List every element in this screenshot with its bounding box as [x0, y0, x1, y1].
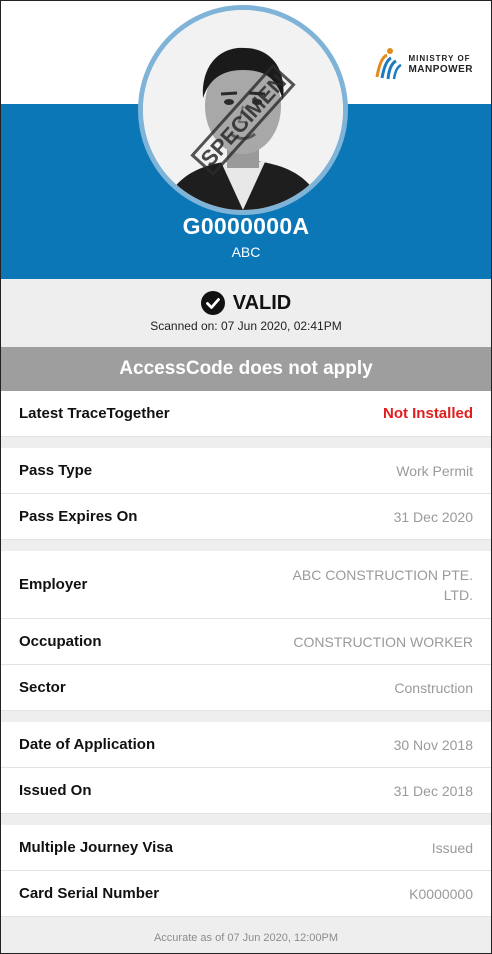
- profile-header: MINISTRY OF MANPOWER SPECIMEN G0000000A …: [1, 1, 491, 279]
- pass-expires-value: 31 Dec 2020: [393, 508, 473, 525]
- detail-row-pass-expires: Pass Expires On 31 Dec 2020: [1, 494, 491, 540]
- issued-on-label: Issued On: [19, 782, 92, 799]
- section-divider: [1, 437, 491, 448]
- detail-row-pass-type: Pass Type Work Permit: [1, 448, 491, 494]
- employer-value-line1: ABC CONSTRUCTION PTE.: [292, 566, 473, 583]
- holder-name: ABC: [231, 244, 261, 260]
- employer-label: Employer: [19, 576, 88, 593]
- logo-text-line1: MINISTRY OF: [408, 54, 471, 63]
- sector-label: Sector: [19, 679, 66, 696]
- profile-photo: SPECIMEN: [143, 10, 343, 210]
- detail-row-journey-visa: Multiple Journey Visa Issued: [1, 825, 491, 871]
- journey-visa-label: Multiple Journey Visa: [19, 839, 173, 856]
- detail-row-occupation: Occupation CONSTRUCTION WORKER: [1, 619, 491, 665]
- tracetogether-value: Not Installed: [382, 405, 473, 422]
- sector-value: Construction: [394, 679, 473, 696]
- detail-row-employer: Employer ABC CONSTRUCTION PTE. LTD.: [1, 551, 491, 619]
- card-serial-value: K0000000: [409, 885, 473, 902]
- detail-row-card-serial: Card Serial Number K0000000: [1, 871, 491, 917]
- fin-number: G0000000A: [182, 213, 310, 239]
- profile-photo-frame: SPECIMEN: [138, 5, 348, 215]
- mom-logo: MINISTRY OF MANPOWER: [372, 47, 473, 81]
- occupation-label: Occupation: [19, 633, 102, 650]
- application-date-value: 30 Nov 2018: [393, 736, 473, 753]
- check-circle-icon: [200, 291, 225, 315]
- issued-on-value: 31 Dec 2018: [393, 782, 473, 799]
- pass-type-label: Pass Type: [19, 462, 93, 479]
- access-code-banner: AccessCode does not apply: [1, 347, 491, 391]
- employer-value: ABC CONSTRUCTION PTE. LTD.: [293, 565, 473, 605]
- detail-row-issued-on: Issued On 31 Dec 2018: [1, 768, 491, 814]
- person-photo-icon: SPECIMEN: [143, 10, 343, 210]
- pass-type-value: Work Permit: [396, 462, 473, 479]
- logo-text-line2: MANPOWER: [408, 64, 473, 75]
- employer-value-line2: LTD.: [443, 586, 473, 603]
- card-serial-label: Card Serial Number: [19, 885, 160, 902]
- mom-logo-icon: [375, 48, 403, 80]
- pass-expires-label: Pass Expires On: [19, 508, 138, 525]
- valid-label: VALID: [232, 291, 292, 314]
- section-divider: [1, 814, 491, 825]
- section-divider: [1, 711, 491, 722]
- pass-screen: MINISTRY OF MANPOWER SPECIMEN G0000000A …: [0, 0, 492, 954]
- application-date-label: Date of Application: [19, 736, 156, 753]
- detail-row-application-date: Date of Application 30 Nov 2018: [1, 722, 491, 768]
- detail-row-sector: Sector Construction: [1, 665, 491, 711]
- journey-visa-value: Issued: [431, 839, 473, 856]
- validity-status: VALID Scanned on: 07 Jun 2020, 02:41PM: [1, 279, 491, 347]
- tracetogether-label: Latest TraceTogether: [19, 405, 170, 422]
- scanned-timestamp: Scanned on: 07 Jun 2020, 02:41PM: [150, 319, 342, 333]
- section-divider: [1, 540, 491, 551]
- detail-row-tracetogether: Latest TraceTogether Not Installed: [1, 391, 491, 437]
- occupation-value: CONSTRUCTION WORKER: [293, 633, 473, 650]
- accuracy-footer: Accurate as of 07 Jun 2020, 12:00PM: [1, 917, 491, 953]
